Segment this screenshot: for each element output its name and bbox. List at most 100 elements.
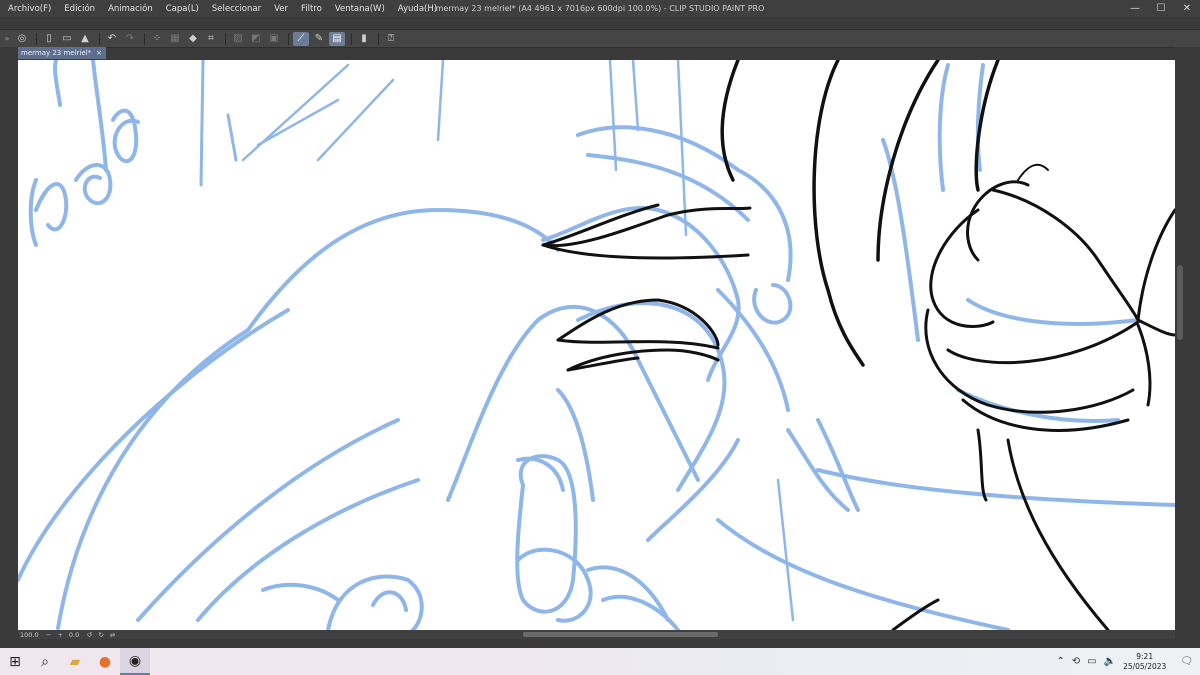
help-icon[interactable]: ⍰ — [383, 32, 399, 46]
redo-icon[interactable]: ↷ — [122, 32, 138, 46]
menu-bar: Archivo(F) Edición Animación Capa(L) Sel… — [0, 0, 1200, 17]
sketch-stroke — [226, 113, 238, 162]
sketch-stroke — [256, 98, 340, 147]
sketch-stroke — [371, 590, 408, 612]
menu-ventana[interactable]: Ventana(W) — [335, 4, 385, 14]
brush-icon[interactable]: ▤ — [329, 31, 345, 46]
menu-seleccionar[interactable]: Seleccionar — [212, 4, 261, 14]
new-icon[interactable]: ▯ — [41, 32, 57, 46]
select-all-icon[interactable]: ⁘ — [149, 32, 165, 46]
close-button[interactable]: ✕ — [1174, 0, 1200, 17]
artwork — [18, 60, 1175, 630]
ink-stroke — [946, 320, 1140, 365]
sketch-stroke — [196, 478, 420, 622]
rotate-right-icon[interactable]: ↻ — [98, 631, 103, 639]
toolbar-separator — [288, 32, 289, 45]
open-icon[interactable]: ▭ — [59, 32, 75, 46]
window-controls: — ☐ ✕ — [1122, 0, 1200, 17]
sketch-stroke — [316, 78, 395, 162]
zoom-value[interactable]: 100.0 — [18, 631, 46, 639]
rotate-left-icon[interactable]: ↺ — [87, 631, 92, 639]
document-tabs: mermay 23 melriel* × — [18, 47, 107, 59]
sketch-stroke — [937, 63, 950, 192]
toolbar-grip-icon[interactable]: » — [0, 34, 14, 43]
ink-stroke — [1136, 208, 1175, 322]
clip-studio-taskbar-icon[interactable]: ◉ — [120, 648, 150, 675]
sketch-stroke — [53, 60, 62, 107]
undo-icon[interactable]: ↶ — [104, 32, 120, 46]
drawing-canvas[interactable] — [18, 60, 1175, 630]
toolbar-separator — [351, 32, 352, 45]
system-tray: ⌃ ⟲ ▭ 🔈 9:21 25/05/2023 🗨 — [1056, 648, 1200, 675]
ink-stroke — [991, 188, 1140, 322]
zoom-in-icon[interactable]: + — [57, 631, 62, 639]
menu-archivo[interactable]: Archivo(F) — [8, 4, 51, 14]
menu-capa[interactable]: Capa(L) — [166, 4, 199, 14]
network-icon[interactable]: ▭ — [1087, 656, 1096, 667]
file-explorer-icon[interactable]: ▰ — [60, 648, 90, 675]
sketch-stroke — [631, 60, 640, 132]
menu-list: Archivo(F) Edición Animación Capa(L) Sel… — [0, 4, 450, 14]
sketch-stroke — [56, 208, 560, 630]
windows-start-icon[interactable]: ⊞ — [0, 648, 30, 675]
ink-stroke — [1017, 163, 1049, 181]
fill-icon[interactable]: ◆ — [185, 32, 201, 46]
notification-icon[interactable]: 🗨 — [1180, 656, 1193, 667]
right-panel-gutter — [1175, 47, 1200, 638]
canvas-statusbar: 100.0 − + 0.0 ↺ ↻ ⇄ — [18, 630, 1175, 639]
deselect-icon[interactable]: ▦ — [167, 32, 183, 46]
transform-icon[interactable]: ⌗ — [203, 32, 219, 46]
sketch-stroke — [966, 298, 1140, 326]
save-icon[interactable]: ▲ — [77, 32, 93, 46]
menu-filtro[interactable]: Filtro — [301, 4, 322, 14]
document-tab[interactable]: mermay 23 melriel* × — [18, 47, 107, 59]
frame-icon[interactable]: ▣ — [266, 32, 282, 46]
ink-stroke — [966, 180, 1030, 262]
sketch-stroke — [91, 60, 108, 172]
tray-chevron-icon[interactable]: ⌃ — [1056, 656, 1064, 667]
ink-stroke — [556, 338, 720, 350]
firefox-icon[interactable]: ● — [90, 648, 120, 675]
zoom-out-icon[interactable]: − — [46, 631, 51, 639]
volume-icon[interactable]: 🔈 — [1104, 656, 1116, 667]
sketch-stroke — [576, 301, 727, 492]
fill-layer-icon[interactable]: ◩ — [248, 32, 264, 46]
sketch-stroke — [28, 178, 69, 247]
sketch-stroke — [199, 60, 205, 187]
toolbar-separator — [36, 32, 37, 45]
ink-stroke — [1136, 323, 1152, 407]
windows-taskbar: ⊞ ⌕ ▰ ● ◉ ⌃ ⟲ ▭ 🔈 9:21 25/05/2023 🗨 — [0, 648, 1200, 675]
clock[interactable]: 9:21 25/05/2023 — [1123, 652, 1166, 672]
ruler-snap-icon[interactable]: ⟋ — [293, 31, 309, 46]
ink-stroke — [1006, 438, 1110, 630]
crop-icon[interactable]: ▨ — [230, 32, 246, 46]
sketch-stroke — [716, 518, 1010, 630]
menu-ayuda[interactable]: Ayuda(H) — [398, 4, 437, 14]
tray-sync-icon[interactable]: ⟲ — [1072, 656, 1080, 667]
flip-icon[interactable]: ⇄ — [110, 631, 115, 639]
sketch-stroke — [752, 283, 793, 325]
sketch-stroke — [816, 468, 1175, 507]
vertical-scrollbar[interactable] — [1177, 265, 1183, 340]
menu-animacion[interactable]: Animación — [108, 4, 153, 14]
rotation-angle-value[interactable]: 0.0 — [69, 631, 87, 639]
sketch-stroke — [586, 153, 750, 222]
minimize-button[interactable]: — — [1122, 0, 1148, 17]
sketch-stroke — [776, 478, 795, 622]
horizontal-scrollbar[interactable] — [523, 632, 718, 637]
sketch-stroke — [436, 60, 445, 142]
menu-ver[interactable]: Ver — [274, 4, 288, 14]
toolbar-separator — [144, 32, 145, 45]
menu-edicion[interactable]: Edición — [64, 4, 95, 14]
clock-time: 9:21 — [1136, 651, 1154, 661]
pen-icon[interactable]: ✎ — [311, 32, 327, 46]
close-tab-icon[interactable]: × — [96, 47, 102, 59]
tablet-icon[interactable]: ▮ — [356, 32, 372, 46]
ink-stroke — [812, 60, 865, 367]
ink-stroke — [876, 60, 940, 262]
maximize-button[interactable]: ☐ — [1148, 0, 1174, 17]
sketch-stroke — [608, 60, 618, 172]
clip-studio-icon[interactable]: ◎ — [14, 32, 30, 46]
search-icon[interactable]: ⌕ — [30, 648, 60, 675]
sketch-stroke — [18, 308, 290, 582]
